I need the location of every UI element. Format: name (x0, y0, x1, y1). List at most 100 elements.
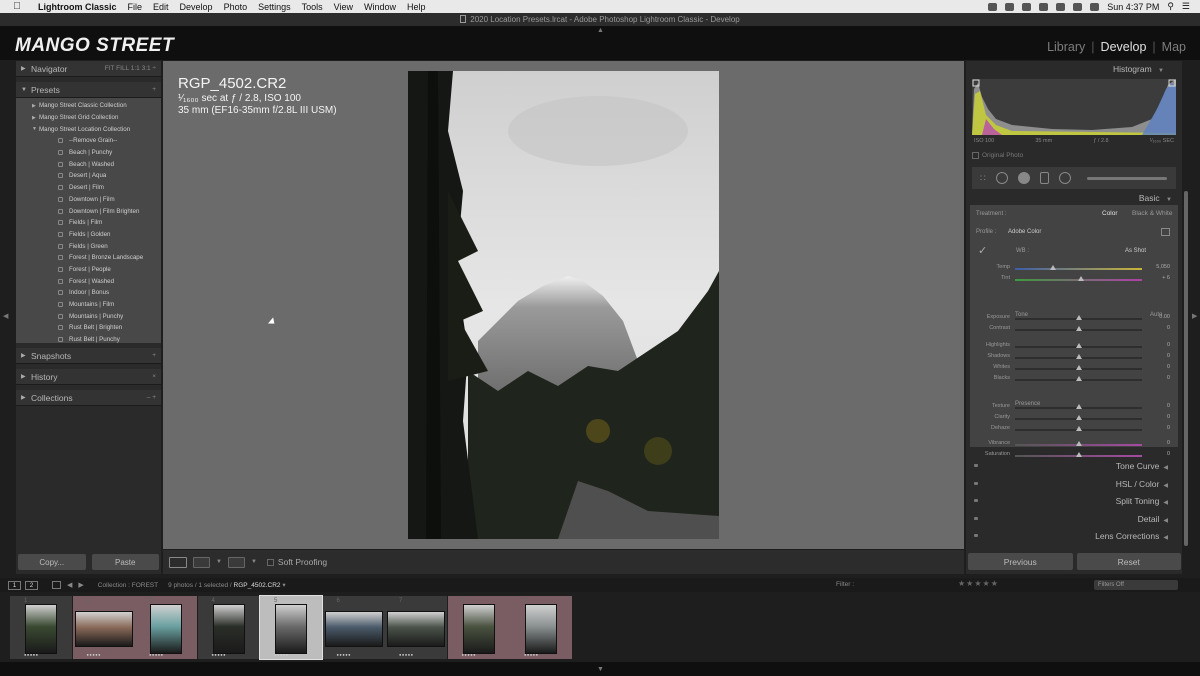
preset-item[interactable]: Desert | Aqua (16, 170, 161, 182)
adjustment-brush-slider[interactable] (1086, 176, 1167, 180)
right-panel-toggle-icon[interactable]: ▶ (1192, 312, 1197, 320)
main-photo[interactable] (408, 71, 719, 539)
camera-icon[interactable] (1005, 2, 1015, 11)
preset-item[interactable]: Beach | Washed (16, 158, 161, 170)
section-header-collapsed[interactable]: Lens Corrections ◀ (970, 528, 1178, 544)
tint-slider-thumb[interactable] (1078, 276, 1085, 281)
texture-slider-thumb[interactable] (1075, 404, 1082, 409)
collections-actions[interactable]: – + (147, 394, 156, 401)
temp-slider-thumb[interactable] (1050, 265, 1057, 270)
histogram-header[interactable]: Histogram ▼ (966, 61, 1182, 77)
section-header-collapsed[interactable]: Detail ◀ (970, 510, 1178, 527)
menu-view[interactable]: View (334, 2, 353, 12)
exposure-slider-thumb[interactable] (1075, 315, 1082, 320)
chevron-down-icon[interactable]: ▾ (282, 582, 285, 589)
preset-folder[interactable]: ▶ Mango Street Classic Collection (16, 100, 161, 112)
section-header-collapsed[interactable]: Tone Curve ◀ (970, 458, 1178, 474)
menu-file[interactable]: File (128, 2, 143, 12)
menu-app-name[interactable]: Lightroom Classic (38, 2, 117, 12)
preset-item[interactable]: Downtown | Film (16, 194, 161, 206)
volume-icon[interactable] (1073, 2, 1083, 11)
preset-item[interactable]: Desert | Film (16, 182, 161, 194)
preset-item[interactable]: Forest | People (16, 264, 161, 276)
navigator-zoom-options[interactable]: FIT FILL 1:1 3:1 ÷ (105, 65, 156, 72)
menu-photo[interactable]: Photo (224, 2, 248, 12)
vibrance-slider-thumb[interactable] (1075, 441, 1082, 446)
clear-history-button[interactable]: × (152, 373, 156, 380)
top-panel-toggle-icon[interactable]: ▲ (597, 27, 604, 34)
clarity-slider-thumb[interactable] (1075, 415, 1082, 420)
highlights-slider-thumb[interactable] (1075, 343, 1082, 348)
module-library[interactable]: Library (1047, 40, 1085, 54)
thumbnail-rating-dots[interactable]: ●●●●● (87, 652, 102, 657)
filmstrip-thumbnail[interactable]: 9 ●●●●● (510, 596, 572, 659)
contrast-value[interactable]: 0 (1167, 325, 1170, 331)
preset-item[interactable]: Fields | Green (16, 240, 161, 252)
filmstrip-thumbnail[interactable]: 4 ●●●●● (197, 596, 260, 659)
whites-slider-thumb[interactable] (1075, 365, 1082, 370)
screen-record-icon[interactable] (988, 2, 998, 11)
thumbnail-rating-dots[interactable]: ●●●●● (24, 652, 39, 657)
wb-eyedropper-icon[interactable]: ✓ (978, 244, 987, 257)
back-arrow-icon[interactable]: ◀ (67, 581, 72, 589)
section-header-collapsed[interactable]: HSL / Color ◀ (970, 475, 1178, 492)
preset-item[interactable]: --Remove Grain-- (16, 135, 161, 147)
original-photo-toggle[interactable]: Original Photo (972, 152, 1023, 159)
menu-tools[interactable]: Tools (302, 2, 323, 12)
thumbnail-rating-dots[interactable]: ●●●●● (462, 652, 477, 657)
texture-value[interactable]: 0 (1167, 403, 1170, 409)
saturation-value[interactable]: 0 (1167, 451, 1170, 457)
right-panel-scrollbar[interactable] (1184, 191, 1188, 546)
panel-switch-icon[interactable] (974, 464, 978, 467)
history-header[interactable]: ▶ History × (16, 369, 161, 385)
temp-slider[interactable] (1015, 268, 1142, 270)
menu-help[interactable]: Help (407, 2, 426, 12)
panel-switch-icon[interactable] (974, 499, 978, 502)
menubar-clock[interactable]: Sun 4:37 PM (1107, 2, 1159, 12)
preset-item[interactable]: Beach | Punchy (16, 147, 161, 159)
histogram-graph[interactable] (972, 79, 1176, 135)
highlights-value[interactable]: 0 (1167, 342, 1170, 348)
crop-tool-icon[interactable]: ∷ (980, 173, 986, 184)
dropper-icon[interactable] (1039, 2, 1049, 11)
wifi-icon[interactable] (1056, 2, 1066, 11)
preset-item[interactable]: Rust Belt | Brighten (16, 322, 161, 334)
thumbnail-rating-dots[interactable]: ●●●●● (524, 652, 539, 657)
profile-select[interactable]: Adobe Color (1008, 229, 1041, 235)
compare-view-button[interactable] (227, 556, 245, 568)
before-after-button[interactable] (193, 556, 210, 568)
section-header-collapsed[interactable]: Split Toning ◀ (970, 493, 1178, 509)
loupe-view-button[interactable] (169, 556, 187, 568)
filmstrip-thumbnail[interactable]: 1 ●●●●● (10, 596, 72, 659)
blacks-slider-thumb[interactable] (1075, 376, 1082, 381)
contrast-slider-thumb[interactable] (1075, 326, 1082, 331)
thumbnail-rating-dots[interactable]: ●●●●● (274, 652, 289, 657)
dehaze-value[interactable]: 0 (1167, 425, 1170, 431)
clarity-value[interactable]: 0 (1167, 414, 1170, 420)
collections-header[interactable]: ▶ Collections – + (16, 390, 161, 406)
add-preset-button[interactable]: + (152, 86, 156, 93)
panel-switch-icon[interactable] (974, 516, 978, 520)
menu-develop[interactable]: Develop (180, 2, 213, 12)
search-icon[interactable]: ⚲ (1167, 1, 1174, 12)
left-panel-toggle-icon[interactable]: ◀ (3, 312, 8, 320)
spot-removal-icon[interactable] (995, 172, 1008, 184)
filmstrip-selected-file[interactable]: RGP_4502.CR2 (234, 582, 281, 589)
menu-settings[interactable]: Settings (258, 2, 291, 12)
preset-item[interactable]: Forest | Bronze Landscape (16, 252, 161, 264)
chevron-down-icon[interactable]: ▼ (216, 559, 222, 565)
forward-arrow-icon[interactable]: ▶ (78, 581, 83, 589)
copy-button[interactable]: Copy... (18, 554, 86, 570)
preset-item[interactable]: Fields | Film (16, 217, 161, 229)
thumbnail-rating-dots[interactable]: ●●●●● (337, 652, 352, 657)
primary-display-button[interactable]: 1 (8, 580, 21, 590)
soft-proofing-toggle[interactable]: Soft Proofing (266, 557, 327, 567)
preset-item[interactable]: Mountains | Film (16, 299, 161, 311)
graduated-filter-icon[interactable] (1039, 172, 1049, 184)
soft-proofing-checkbox[interactable] (266, 558, 274, 566)
module-map[interactable]: Map (1162, 40, 1186, 54)
navigator-header[interactable]: ▶ Navigator FIT FILL 1:1 3:1 ÷ (16, 61, 161, 77)
profile-browser-icon[interactable] (1161, 228, 1170, 236)
filmstrip-thumbnail[interactable]: 7 ●●●●● (385, 596, 447, 659)
dehaze-slider-thumb[interactable] (1075, 426, 1082, 431)
